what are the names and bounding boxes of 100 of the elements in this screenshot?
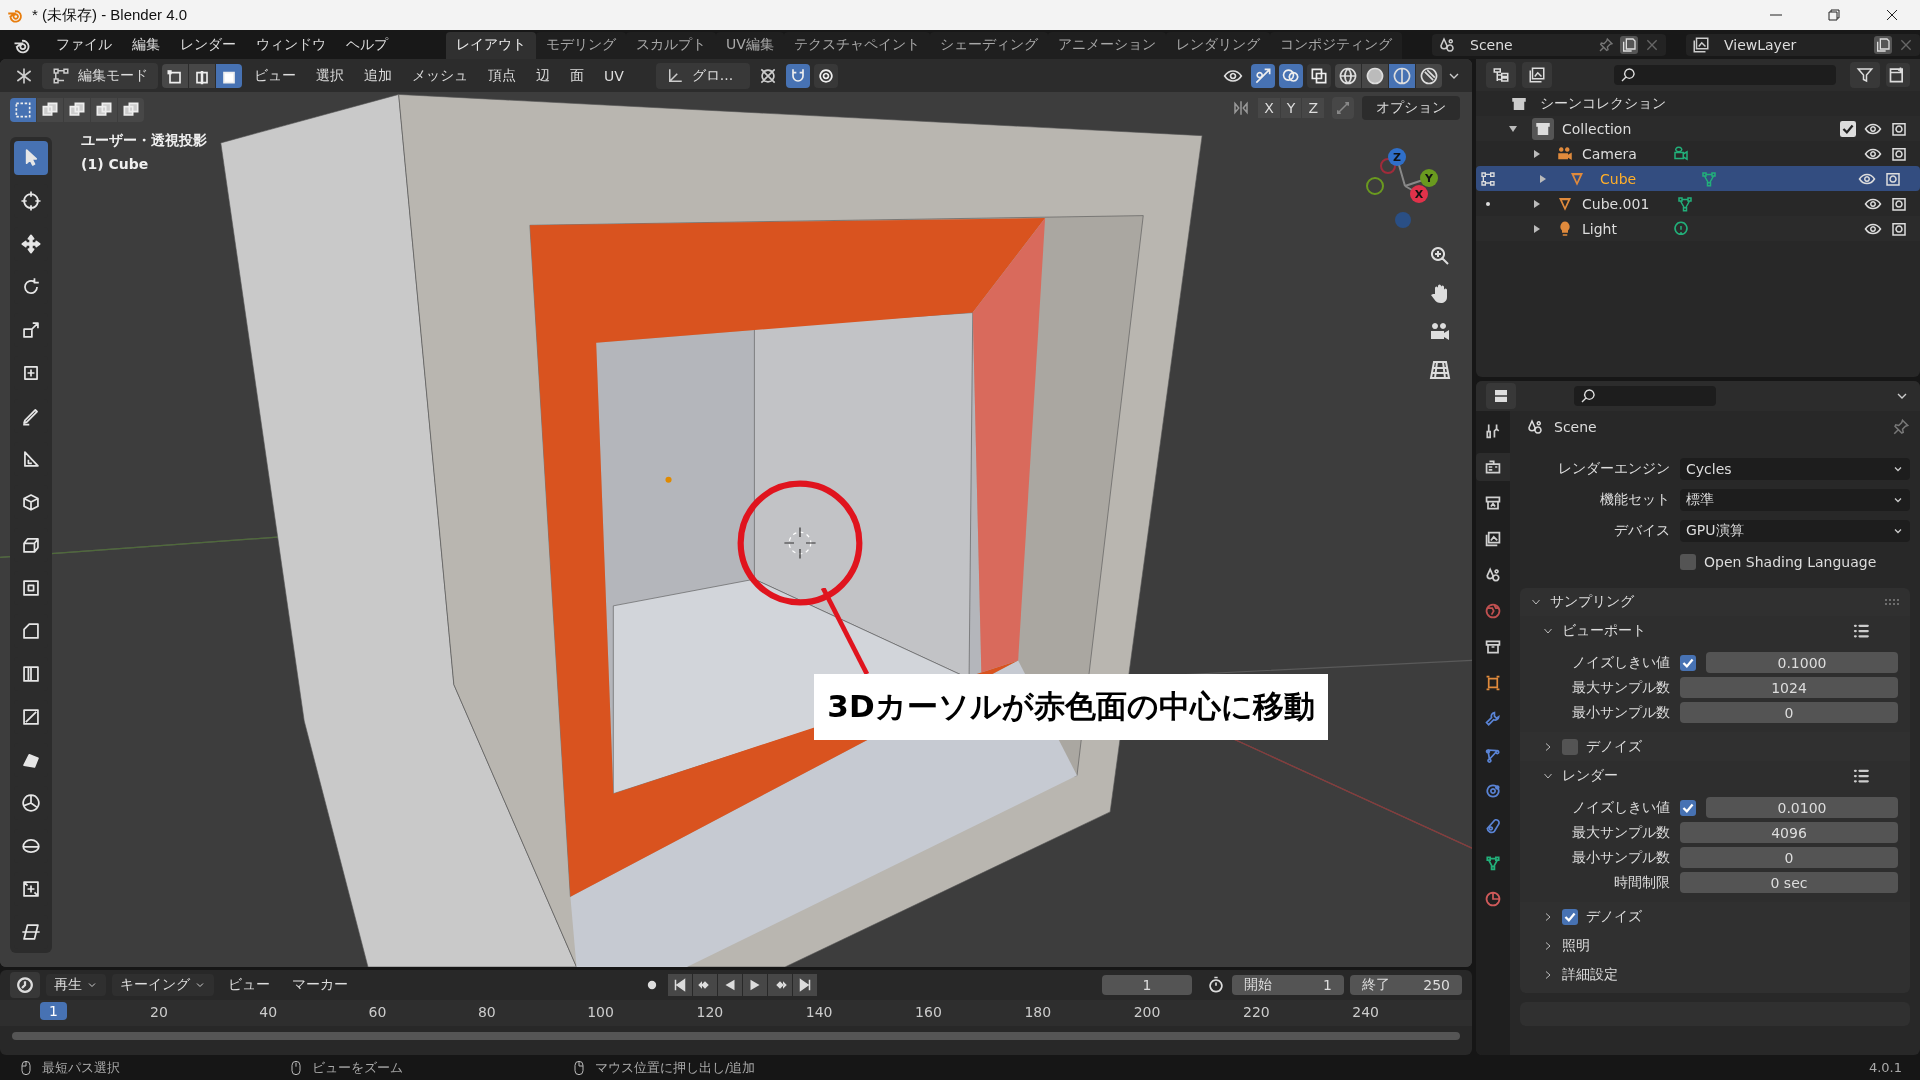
camera-data-icon[interactable] bbox=[1672, 144, 1690, 163]
mirror-icon[interactable] bbox=[1232, 99, 1251, 117]
menu-item[interactable]: ヘルプ bbox=[336, 35, 398, 54]
menu-item[interactable]: ビュー bbox=[246, 66, 304, 85]
display-mode-dropdown[interactable] bbox=[1522, 62, 1552, 88]
snap-toggle-icon[interactable] bbox=[785, 63, 810, 88]
select-mode-icon[interactable] bbox=[162, 63, 188, 88]
checkbox[interactable] bbox=[1562, 908, 1578, 925]
timeline-menu[interactable]: キーイング bbox=[112, 974, 214, 996]
next-keyframe-icon[interactable] bbox=[767, 974, 792, 996]
expand-arrow-icon[interactable] bbox=[1508, 123, 1518, 134]
number-field[interactable]: 0 bbox=[1680, 847, 1898, 868]
menu-item[interactable]: ファイル bbox=[46, 35, 122, 54]
stopwatch-icon[interactable] bbox=[1206, 975, 1226, 995]
end-frame-field[interactable]: 終了 250 bbox=[1350, 975, 1462, 995]
editor-type-dropdown[interactable] bbox=[1486, 383, 1516, 409]
scrollbar[interactable] bbox=[12, 1032, 1460, 1040]
expand-arrow-icon[interactable] bbox=[1532, 148, 1542, 159]
shading-mode-icon[interactable] bbox=[1335, 63, 1361, 88]
overlay-toggle-icon[interactable] bbox=[1307, 63, 1331, 88]
snap-toggle-icon[interactable] bbox=[813, 63, 838, 88]
menu-item[interactable]: 追加 bbox=[356, 66, 400, 85]
workspace-tab[interactable]: レイアウト bbox=[446, 32, 536, 59]
scene-selector[interactable]: Scene bbox=[1432, 33, 1666, 56]
shading-mode-icon[interactable] bbox=[1362, 63, 1388, 88]
overlay-toggle-icon[interactable] bbox=[1251, 63, 1275, 88]
current-frame-field[interactable]: 1 bbox=[1102, 975, 1192, 995]
timeline-menu[interactable]: ビュー bbox=[220, 974, 278, 996]
menu-item[interactable]: レンダー bbox=[170, 35, 246, 54]
checkbox[interactable] bbox=[1680, 654, 1696, 671]
expand-arrow-icon[interactable] bbox=[1532, 198, 1542, 209]
number-field[interactable]: 0.1000 bbox=[1706, 652, 1898, 673]
number-field[interactable]: 0 bbox=[1680, 702, 1898, 723]
render-tab-icon[interactable] bbox=[1476, 453, 1510, 481]
tree-row[interactable]: Camera bbox=[1476, 141, 1920, 166]
duplicate-icon[interactable] bbox=[1620, 35, 1638, 54]
axis-toggle[interactable]: Z bbox=[1302, 98, 1324, 118]
edit-mode-icon[interactable] bbox=[1480, 170, 1496, 187]
checkbox[interactable] bbox=[1680, 554, 1696, 570]
workspace-tab[interactable]: シェーディング bbox=[929, 32, 1048, 59]
workspace-tab[interactable]: コンポジティング bbox=[1269, 32, 1402, 59]
close-icon[interactable] bbox=[1884, 7, 1900, 23]
start-frame-field[interactable]: 開始 1 bbox=[1232, 975, 1344, 995]
restore-icon[interactable] bbox=[1826, 7, 1842, 23]
play-reverse-icon[interactable] bbox=[717, 974, 742, 996]
search-field[interactable] bbox=[1574, 386, 1716, 406]
menu-item[interactable]: 編集 bbox=[122, 35, 170, 54]
selection-mode-icon[interactable] bbox=[10, 98, 36, 122]
search-field[interactable] bbox=[1614, 65, 1836, 85]
jump-start-icon[interactable] bbox=[667, 974, 692, 996]
overlay-toggle-icon[interactable] bbox=[1279, 63, 1303, 88]
selection-mode-icon[interactable] bbox=[91, 98, 117, 122]
tree-item[interactable]: シーンコレクション bbox=[1540, 94, 1666, 113]
select-mode-icon[interactable] bbox=[216, 63, 242, 88]
selection-mode-icon[interactable] bbox=[64, 98, 90, 122]
filter-dropdown[interactable] bbox=[1850, 62, 1880, 88]
timeline-menu[interactable]: 再生 bbox=[46, 974, 106, 996]
selection-mode-icon[interactable] bbox=[118, 98, 144, 122]
editor-type-dropdown[interactable] bbox=[1486, 62, 1516, 88]
orientation-dropdown[interactable]: グロ... bbox=[655, 62, 750, 89]
axis-toggle[interactable]: Y bbox=[1280, 98, 1302, 118]
selection-mode-icon[interactable] bbox=[37, 98, 63, 122]
grid-icon[interactable] bbox=[1428, 358, 1452, 382]
number-field[interactable]: 1024 bbox=[1680, 677, 1898, 698]
menu-item[interactable]: メッシュ bbox=[404, 66, 476, 85]
bulb-data-icon[interactable] bbox=[1672, 219, 1690, 238]
playhead[interactable]: 1 bbox=[40, 1002, 67, 1020]
menu-item[interactable]: ウィンドウ bbox=[246, 35, 336, 54]
tree-row[interactable]: Cube bbox=[1476, 166, 1920, 191]
menu-item[interactable]: UV bbox=[596, 67, 632, 84]
mode-dropdown[interactable]: 編集モード bbox=[42, 62, 158, 89]
number-field[interactable]: 4096 bbox=[1680, 822, 1898, 843]
options-dropdown[interactable]: オプション bbox=[1362, 96, 1460, 120]
subpanel-title[interactable]: 詳細設定 bbox=[1562, 965, 1618, 984]
menu-item[interactable]: 辺 bbox=[528, 66, 558, 85]
auto-merge-icon[interactable] bbox=[1332, 97, 1354, 119]
workspace-tab[interactable]: アニメーション bbox=[1047, 32, 1166, 59]
shading-mode-icon[interactable] bbox=[1389, 63, 1415, 88]
jump-end-icon[interactable] bbox=[792, 974, 817, 996]
timeline-menu[interactable]: マーカー bbox=[284, 974, 356, 996]
subpanel-title[interactable]: 照明 bbox=[1562, 936, 1590, 955]
pin-icon[interactable] bbox=[1892, 418, 1910, 436]
subpanel-title[interactable]: デノイズ bbox=[1586, 907, 1642, 926]
duplicate-icon[interactable] bbox=[1874, 35, 1892, 54]
mesh-data-icon[interactable] bbox=[1700, 169, 1718, 188]
editor-type-dropdown[interactable] bbox=[10, 972, 40, 998]
prev-keyframe-icon[interactable] bbox=[692, 974, 717, 996]
play-icon[interactable] bbox=[742, 974, 767, 996]
dropdown-field[interactable]: Cycles bbox=[1680, 458, 1910, 480]
select-mode-icon[interactable] bbox=[189, 63, 215, 88]
workspace-tab[interactable]: レンダリング bbox=[1165, 32, 1270, 59]
menu-item[interactable]: 頂点 bbox=[480, 66, 524, 85]
dropdown-field[interactable]: 標準 bbox=[1680, 489, 1910, 511]
tree-item[interactable]: Collection bbox=[1562, 120, 1632, 137]
mesh-data-icon[interactable] bbox=[1676, 194, 1694, 213]
axis-toggle[interactable]: X bbox=[1258, 98, 1280, 118]
menu-item[interactable]: 面 bbox=[562, 66, 592, 85]
subpanel-title[interactable]: ビューポート bbox=[1562, 621, 1646, 640]
number-field[interactable]: 0.0100 bbox=[1706, 797, 1898, 818]
number-field[interactable]: 0 sec bbox=[1680, 872, 1898, 893]
